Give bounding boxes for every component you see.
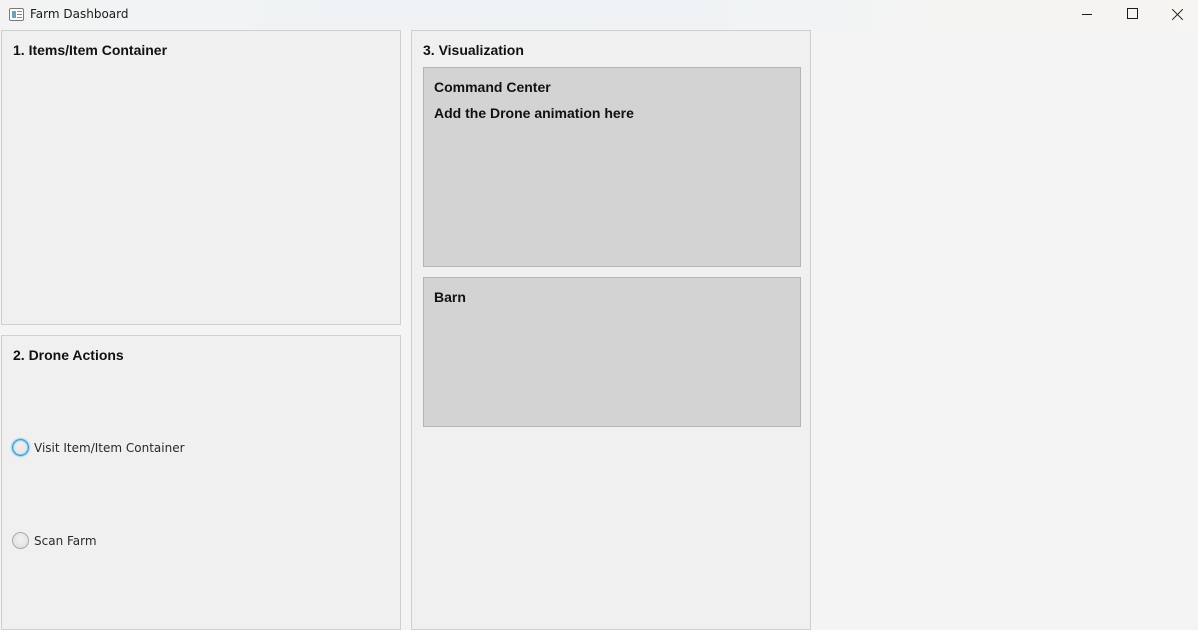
visualization-title: 3. Visualization: [423, 42, 524, 58]
items-panel: 1. Items/Item Container: [1, 30, 401, 325]
close-button[interactable]: [1155, 0, 1198, 30]
command-center-box: Command Center Add the Drone animation h…: [423, 67, 801, 267]
drone-actions-title: 2. Drone Actions: [13, 347, 124, 363]
app-window: Farm Dashboard 1. Items/Item Container 2…: [0, 0, 1198, 630]
minimize-button[interactable]: [1064, 0, 1110, 30]
window-title: Farm Dashboard: [30, 7, 129, 21]
drone-animation-placeholder: Add the Drone animation here: [434, 105, 634, 121]
app-window-icon: [9, 8, 24, 21]
drone-actions-panel: 2. Drone Actions Visit Item/Item Contain…: [1, 335, 401, 630]
visit-item-radio[interactable]: [12, 439, 29, 456]
items-panel-title: 1. Items/Item Container: [13, 42, 168, 58]
barn-box: Barn: [423, 277, 801, 427]
command-center-title: Command Center: [434, 79, 551, 95]
scan-farm-label[interactable]: Scan Farm: [34, 534, 97, 548]
maximize-button[interactable]: [1110, 0, 1156, 30]
scan-farm-option[interactable]: Scan Farm: [12, 532, 97, 549]
scan-farm-radio[interactable]: [12, 532, 29, 549]
minimize-icon: [1082, 14, 1092, 15]
maximize-icon: [1127, 8, 1138, 19]
barn-title: Barn: [434, 289, 466, 305]
visit-item-option[interactable]: Visit Item/Item Container: [12, 439, 185, 456]
visit-item-label[interactable]: Visit Item/Item Container: [34, 441, 185, 455]
visualization-panel: 3. Visualization Command Center Add the …: [411, 30, 811, 630]
title-bar[interactable]: Farm Dashboard: [0, 0, 1198, 30]
